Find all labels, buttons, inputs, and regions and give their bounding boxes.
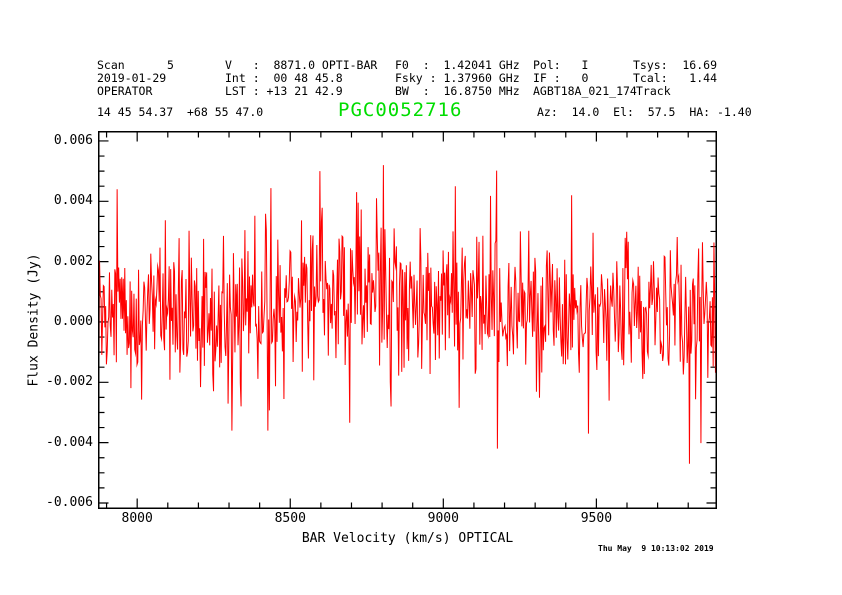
integration-field: Int : 00 48 45.8: [225, 72, 343, 84]
y-tick-label: 0.004: [33, 194, 93, 208]
project-id: AGBT18A_021_174: [533, 85, 637, 97]
x-tick-label: 9500: [566, 512, 626, 526]
if-field: IF : 0: [533, 72, 588, 84]
operator-field: OPERATOR: [97, 85, 152, 97]
scan-value: 5: [167, 59, 174, 71]
pol-field: Pol: I: [533, 59, 588, 71]
y-tick-label: 0.000: [33, 315, 93, 329]
y-tick-label: -0.002: [33, 375, 93, 389]
y-tick-label: -0.004: [33, 436, 93, 450]
procedure-name: Track: [636, 85, 671, 97]
date-field: 2019-01-29: [97, 72, 166, 84]
fsky-field: Fsky : 1.37960 GHz: [395, 72, 520, 84]
x-tick-label: 8000: [107, 512, 167, 526]
y-tick-label: -0.006: [33, 496, 93, 510]
f0-field: F0 : 1.42041 GHz: [395, 59, 520, 71]
spectrum-plot-canvas: [98, 131, 717, 509]
tcal-value: 1.44: [657, 72, 717, 84]
source-name-title: PGC0052716: [338, 101, 462, 120]
x-tick-label: 8500: [260, 512, 320, 526]
y-tick-label: 0.002: [33, 255, 93, 269]
tsys-value: 16.69: [657, 59, 717, 71]
x-tick-label: 9000: [413, 512, 473, 526]
bw-field: BW : 16.8750 MHz: [395, 85, 520, 97]
az-el-ha-field: Az: 14.0 El: 57.5 HA: -1.40: [537, 106, 752, 118]
scan-label: Scan: [97, 59, 125, 71]
source-coordinates: 14 45 54.37 +68 55 47.0: [97, 106, 263, 118]
gbtidl-plotter-window: Scan 5 V : 8871.0 OPTI-BAR F0 : 1.42041 …: [0, 0, 842, 595]
velocity-field: V : 8871.0 OPTI-BAR: [225, 59, 377, 71]
y-tick-label: 0.006: [33, 134, 93, 148]
lst-field: LST : +13 21 42.9: [225, 85, 343, 97]
plot-timestamp: Thu May 9 10:13:02 2019: [598, 544, 714, 553]
y-axis-title: Flux Density (Jy): [27, 253, 42, 386]
